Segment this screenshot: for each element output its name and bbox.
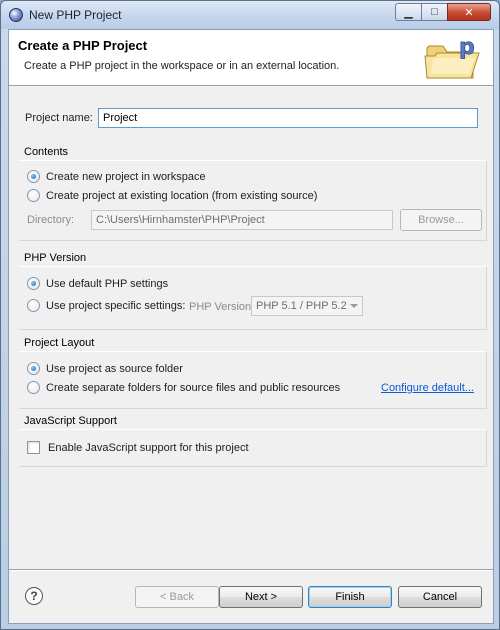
php-version-group-title: PHP Version [24, 252, 87, 264]
radio-button-selected[interactable] [27, 362, 40, 375]
cancel-button-label: Cancel [422, 591, 458, 603]
radio-project-as-source[interactable]: Use project as source folder [27, 362, 183, 375]
browse-button[interactable]: Browse... [400, 209, 482, 231]
back-button-label: < Back [160, 591, 194, 603]
back-button[interactable]: < Back [135, 586, 219, 608]
browse-button-label: Browse... [418, 214, 464, 226]
php-version-group: PHP Version Use default PHP settings Use… [19, 252, 487, 330]
page-description: Create a PHP project in the workspace or… [24, 60, 340, 72]
window-controls: ▁ □ ✕ [395, 3, 491, 21]
radio-project-as-source-label: Use project as source folder [46, 362, 183, 375]
window-title: New PHP Project [29, 8, 122, 22]
maximize-button[interactable]: □ [421, 3, 448, 21]
wizard-header: Create a PHP Project Create a PHP projec… [9, 30, 493, 86]
javascript-support-label: Enable JavaScript support for this proje… [48, 441, 249, 454]
radio-existing-location-label: Create project at existing location (fro… [46, 189, 318, 202]
project-name-label: Project name: [25, 112, 93, 124]
close-icon: ✕ [464, 6, 474, 19]
next-button[interactable]: Next > [219, 586, 303, 608]
radio-button[interactable] [27, 381, 40, 394]
radio-default-php-settings-label: Use default PHP settings [46, 277, 169, 290]
radio-button[interactable] [27, 299, 40, 312]
radio-button-selected[interactable] [27, 170, 40, 183]
radio-button[interactable] [27, 189, 40, 202]
javascript-support-checkbox-row[interactable]: Enable JavaScript support for this proje… [27, 441, 249, 454]
javascript-support-checkbox[interactable] [27, 441, 40, 454]
maximize-icon: □ [431, 6, 438, 18]
minimize-icon: ▁ [404, 6, 413, 19]
radio-separate-folders-label: Create separate folders for source files… [46, 381, 341, 394]
radio-create-in-workspace[interactable]: Create new project in workspace [27, 170, 206, 183]
php-version-select[interactable]: PHP 5.1 / PHP 5.2 [251, 296, 363, 316]
footer-separator [9, 569, 493, 571]
wizard-window: New PHP Project ▁ □ ✕ Create a PHP Proje… [0, 0, 500, 630]
radio-existing-location[interactable]: Create project at existing location (fro… [27, 189, 317, 202]
next-button-label: Next > [244, 591, 278, 603]
cancel-button[interactable]: Cancel [398, 586, 482, 608]
page-title: Create a PHP Project [18, 38, 148, 53]
eclipse-icon [9, 8, 23, 22]
finish-button[interactable]: Finish [308, 586, 392, 608]
close-button[interactable]: ✕ [447, 3, 491, 21]
svg-text:p: p [459, 35, 475, 60]
directory-input[interactable] [91, 210, 393, 230]
project-layout-group: Project Layout Use project as source fol… [19, 337, 487, 409]
radio-button-selected[interactable] [27, 277, 40, 290]
radio-create-in-workspace-label: Create new project in workspace [46, 170, 206, 183]
configure-default-link[interactable]: Configure default... [381, 382, 474, 394]
title-bar[interactable]: New PHP Project ▁ □ ✕ [1, 1, 499, 29]
help-icon[interactable]: ? [25, 587, 43, 605]
radio-specific-php-settings-label: Use project specific settings: [46, 299, 186, 312]
directory-label: Directory: [27, 214, 75, 226]
php-version-label: PHP Version: [189, 301, 255, 313]
php-version-value: PHP 5.1 / PHP 5.2 [256, 300, 347, 312]
php-folder-icon: p [424, 35, 480, 79]
radio-separate-folders[interactable]: Create separate folders for source files… [27, 381, 340, 394]
javascript-support-group-title: JavaScript Support [24, 415, 117, 427]
javascript-support-group: JavaScript Support Enable JavaScript sup… [19, 415, 487, 467]
project-name-input[interactable] [98, 108, 478, 128]
minimize-button[interactable]: ▁ [395, 3, 422, 21]
wizard-body: Create a PHP Project Create a PHP projec… [8, 29, 494, 624]
radio-default-php-settings[interactable]: Use default PHP settings [27, 277, 168, 290]
finish-button-label: Finish [335, 591, 365, 603]
contents-group-title: Contents [24, 146, 69, 158]
project-layout-group-title: Project Layout [24, 337, 95, 349]
chevron-down-icon [350, 304, 358, 308]
help-glyph: ? [30, 589, 38, 603]
contents-group: Contents Create new project in workspace… [19, 146, 487, 241]
radio-specific-php-settings[interactable]: Use project specific settings: [27, 299, 185, 312]
